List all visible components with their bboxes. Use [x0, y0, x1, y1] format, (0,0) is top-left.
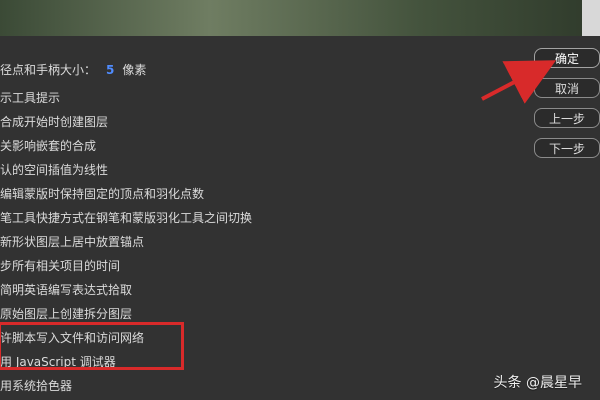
setting-value[interactable]: 5 — [106, 61, 114, 79]
setting-row-preserve-mask-vertices[interactable]: 编辑蒙版时保持固定的顶点和羽化点数 — [0, 185, 204, 203]
next-button[interactable]: 下一步 — [534, 138, 600, 158]
setting-label[interactable]: 简明英语编写表达式拾取 — [0, 281, 132, 299]
setting-label[interactable]: 笔工具快捷方式在钢笔和蒙版羽化工具之间切换 — [0, 209, 252, 227]
setting-label[interactable]: 关影响嵌套的合成 — [0, 137, 96, 155]
setting-row-expression-pick-whip[interactable]: 简明英语编写表达式拾取 — [0, 281, 132, 299]
setting-label[interactable]: 新形状图层上居中放置锚点 — [0, 233, 144, 251]
title-bar — [0, 0, 600, 37]
setting-label[interactable]: 步所有相关项目的时间 — [0, 257, 120, 275]
setting-unit: 像素 — [122, 63, 147, 77]
setting-label[interactable]: 原始图层上创建拆分图层 — [0, 305, 132, 323]
watermark: 头条 @晨星早 — [493, 375, 582, 391]
setting-row-path-handle-size: 径点和手柄大小： 5 像素 — [0, 61, 146, 79]
setting-label[interactable]: 示工具提示 — [0, 89, 60, 107]
ok-button[interactable]: 确定 — [534, 48, 600, 68]
setting-row-show-tool-tips[interactable]: 示工具提示 — [0, 89, 60, 107]
setting-row-affects-nested-compositions[interactable]: 关影响嵌套的合成 — [0, 137, 96, 155]
setting-label: 径点和手柄大小： — [0, 63, 97, 77]
previous-button[interactable]: 上一步 — [534, 108, 600, 128]
setting-label[interactable]: 编辑蒙版时保持固定的顶点和羽化点数 — [0, 185, 204, 203]
setting-row-center-anchor-on-new-shape-layer[interactable]: 新形状图层上居中放置锚点 — [0, 233, 144, 251]
setting-label[interactable]: 用系统拾色器 — [0, 377, 72, 395]
setting-label[interactable]: 认的空间插值为线性 — [0, 161, 108, 179]
setting-row-allow-scripts-write-files[interactable]: 许脚本写入文件和访问网络 — [0, 329, 144, 347]
setting-row-create-layer-on-composition-start[interactable]: 合成开始时创建图层 — [0, 113, 108, 131]
setting-row-default-spatial-interpolation-linear[interactable]: 认的空间插值为线性 — [0, 161, 108, 179]
setting-row-use-system-color-picker[interactable]: 用系统拾色器 — [0, 377, 72, 395]
setting-row-enable-javascript-debugger[interactable]: 用 JavaScript 调试器 — [0, 353, 116, 371]
setting-row-sync-related-item-times[interactable]: 步所有相关项目的时间 — [0, 257, 120, 275]
setting-row-pen-tool-shortcut[interactable]: 笔工具快捷方式在钢笔和蒙版羽化工具之间切换 — [0, 209, 252, 227]
cancel-button[interactable]: 取消 — [534, 78, 600, 98]
setting-label[interactable]: 用 JavaScript 调试器 — [0, 353, 116, 371]
setting-row-create-split-layer[interactable]: 原始图层上创建拆分图层 — [0, 305, 132, 323]
setting-label[interactable]: 许脚本写入文件和访问网络 — [0, 329, 144, 347]
window-edge — [582, 0, 600, 36]
setting-label[interactable]: 合成开始时创建图层 — [0, 113, 108, 131]
